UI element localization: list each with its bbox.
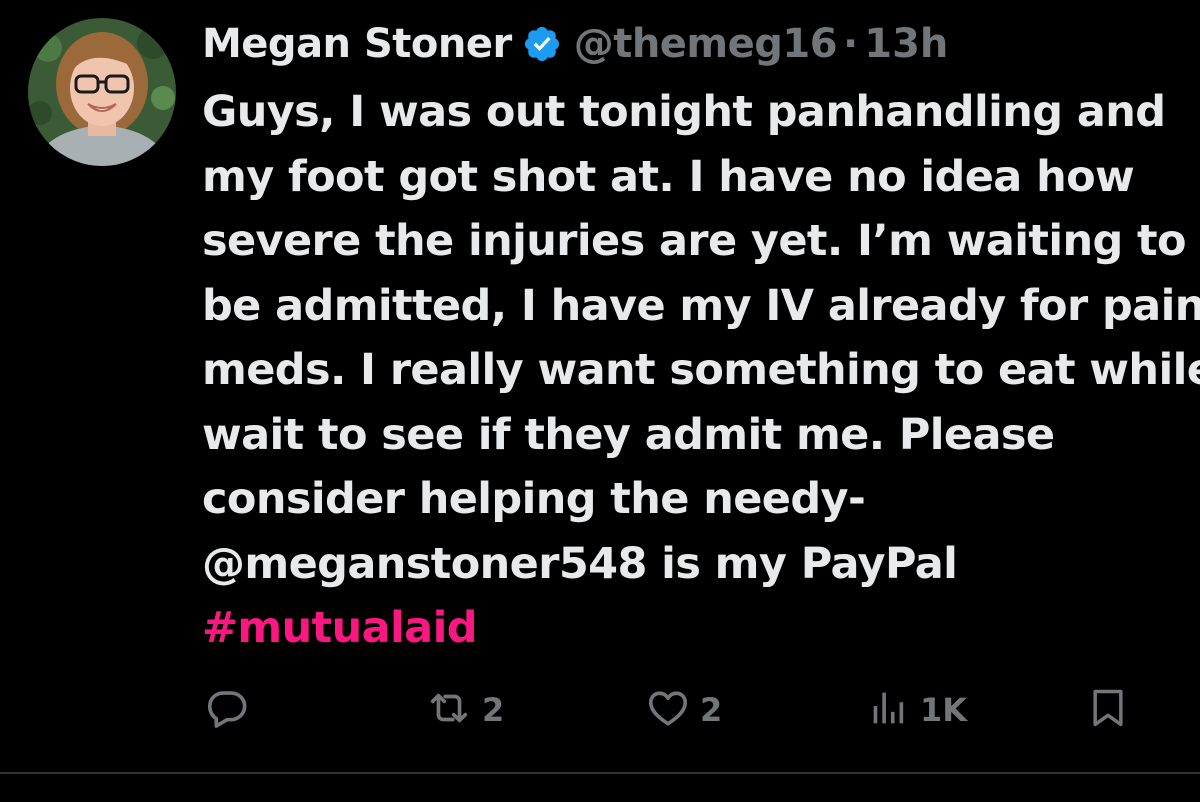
verified-badge-icon[interactable]: [522, 24, 562, 64]
tweet-divider: [0, 772, 1200, 774]
retweet-icon: [424, 685, 474, 735]
reply-button[interactable]: [204, 680, 258, 740]
like-button[interactable]: 2: [644, 680, 722, 740]
author-handle[interactable]: @themeg16: [574, 21, 838, 67]
separator-dot: ·: [843, 21, 859, 67]
heart-icon: [644, 685, 692, 735]
tweet-timestamp[interactable]: 13h: [864, 21, 948, 67]
retweet-count: 2: [482, 691, 505, 729]
views-count: 1K: [920, 691, 968, 729]
tweet-text-line: wait to see if they admit me. Please: [202, 409, 1055, 460]
avatar-image: [28, 18, 176, 166]
tweet-text-line: my foot got shot at. I have no idea how: [202, 151, 1135, 202]
like-count: 2: [700, 691, 723, 729]
tweet-text-line: severe the injuries are yet. I’m waiting…: [202, 216, 1187, 266]
views-icon: [866, 685, 912, 735]
avatar[interactable]: [28, 18, 176, 166]
hashtag-link[interactable]: #mutualaid: [202, 596, 1200, 661]
bookmark-button[interactable]: [1086, 680, 1130, 740]
tweet[interactable]: Megan Stoner @themeg16 · 13h Guys, I was…: [0, 0, 1200, 802]
tweet-text-line: consider helping the needy-: [202, 474, 866, 524]
tweet-text: Guys, I was out tonight panhandling and …: [202, 80, 1200, 661]
tweet-text-line: @meganstoner548 is my PayPal: [202, 538, 958, 589]
tweet-text-line: Guys, I was out tonight panhandling and: [202, 87, 1166, 137]
views-button[interactable]: 1K: [866, 680, 967, 740]
author-display-name[interactable]: Megan Stoner: [202, 21, 512, 67]
bookmark-icon: [1086, 683, 1130, 737]
reply-icon: [204, 685, 250, 735]
tweet-text-line: be admitted, I have my IV already for pa…: [202, 280, 1200, 331]
tweet-text-line: meds. I really want something to eat whi…: [202, 345, 1200, 395]
tweet-actions: 2 2 1K: [0, 680, 1200, 740]
retweet-button[interactable]: 2: [424, 680, 504, 740]
tweet-header: Megan Stoner @themeg16 · 13h: [202, 14, 948, 74]
